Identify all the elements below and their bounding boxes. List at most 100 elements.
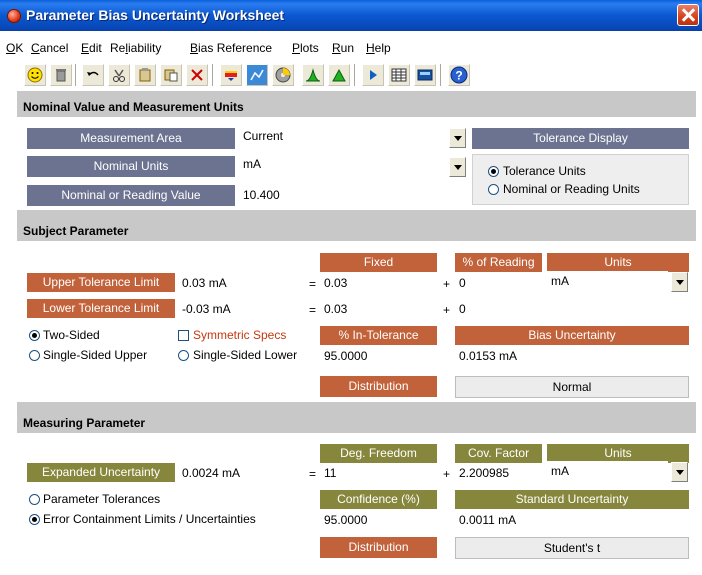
menu-ok[interactable]: OK xyxy=(6,41,23,55)
error-limits-radio[interactable] xyxy=(29,514,40,525)
upper-tolerance-limit-label: Upper Tolerance Limit xyxy=(27,273,175,292)
nominal-value-input[interactable]: 10.400 xyxy=(239,185,467,205)
two-sided-option[interactable]: Two-Sided xyxy=(43,328,100,342)
subject-distribution-button[interactable]: Distribution xyxy=(320,376,437,397)
menu-bias-reference[interactable]: Bias Reference xyxy=(190,41,272,55)
menu-help[interactable]: Help xyxy=(366,41,391,55)
menu-run[interactable]: Run xyxy=(332,41,354,55)
tolerance-units-radio[interactable] xyxy=(488,166,499,177)
subject-section-title: Subject Parameter xyxy=(17,220,696,241)
upper-percent-input[interactable]: 0 xyxy=(455,273,542,293)
confidence-input[interactable]: 95.0000 xyxy=(320,510,437,530)
upper-tolerance-value[interactable]: 0.03 mA xyxy=(178,273,300,293)
window-title: Parameter Bias Uncertainty Worksheet xyxy=(26,7,285,23)
single-sided-upper-option[interactable]: Single-Sided Upper xyxy=(43,348,147,362)
subject-units-dropdown-icon[interactable] xyxy=(671,272,688,292)
calc-icon[interactable] xyxy=(414,64,436,86)
bias-uncertainty-value: 0.0153 mA xyxy=(455,346,689,366)
measuring-distribution-button[interactable]: Distribution xyxy=(320,537,437,558)
tolerance-display-label: Tolerance Display xyxy=(472,128,689,149)
right-margin xyxy=(696,93,702,575)
upper-fixed-input[interactable]: 0.03 xyxy=(320,273,437,293)
nominal-units-label: Nominal Units xyxy=(27,156,235,177)
confidence-label: Confidence (%) xyxy=(320,490,437,509)
tolerance-units-option[interactable]: Tolerance Units xyxy=(503,164,586,178)
toolbar-separator xyxy=(75,64,77,86)
paste-icon[interactable] xyxy=(134,64,156,86)
app-icon xyxy=(7,9,21,23)
measuring-section-title: Measuring Parameter xyxy=(17,412,696,433)
section-divider xyxy=(17,210,696,220)
standard-uncertainty-label: Standard Uncertainty xyxy=(455,490,689,509)
menu-edit[interactable]: Edit xyxy=(81,41,102,55)
smiley-icon[interactable] xyxy=(24,64,46,86)
menu-cancel[interactable]: Cancel xyxy=(31,41,68,55)
toolbar-separator xyxy=(440,64,442,86)
single-sided-lower-radio[interactable] xyxy=(178,350,189,361)
plus-sign: + xyxy=(443,277,451,291)
toolbar-separator xyxy=(212,64,214,86)
single-sided-lower-option[interactable]: Single-Sided Lower xyxy=(193,348,297,362)
measuring-units-dropdown-icon[interactable] xyxy=(671,462,688,482)
nominal-units-combo[interactable]: mA xyxy=(239,154,447,174)
copy-icon[interactable] xyxy=(108,64,130,86)
tolerance-display-group xyxy=(472,154,689,205)
in-tolerance-label: % In-Tolerance xyxy=(320,326,437,345)
lower-tolerance-value[interactable]: -0.03 mA xyxy=(178,299,300,319)
toolbar xyxy=(0,59,702,93)
chart-icon[interactable] xyxy=(246,64,268,86)
measuring-units-combo[interactable]: mA xyxy=(547,461,668,481)
green-triangle-icon[interactable] xyxy=(328,64,350,86)
disk-icon[interactable] xyxy=(272,64,294,86)
nominal-units-dropdown-icon[interactable] xyxy=(449,157,466,177)
paste-special-icon[interactable] xyxy=(160,64,182,86)
play-icon[interactable] xyxy=(362,64,384,86)
close-button[interactable] xyxy=(677,4,699,26)
nominal-reading-units-option[interactable]: Nominal or Reading Units xyxy=(503,182,640,196)
nominal-value-label: Nominal or Reading Value xyxy=(27,185,235,206)
nominal-units-radio[interactable] xyxy=(488,184,499,195)
trash-icon[interactable] xyxy=(50,64,72,86)
deg-freedom-input[interactable]: 11 xyxy=(320,463,437,483)
standard-uncertainty-value: 0.0011 mA xyxy=(455,510,689,530)
delete-icon[interactable] xyxy=(186,64,208,86)
error-limits-option[interactable]: Error Containment Limits / Uncertainties xyxy=(43,512,256,526)
symmetric-specs-checkbox[interactable] xyxy=(178,330,189,341)
pen-icon[interactable] xyxy=(220,64,242,86)
measuring-distribution-value: Student's t xyxy=(455,537,689,559)
equals-sign: = xyxy=(309,303,317,317)
expanded-uncertainty-label: Expanded Uncertainty xyxy=(27,463,175,482)
toolbar-separator xyxy=(354,64,356,86)
parameter-tolerances-radio[interactable] xyxy=(29,494,40,505)
equals-sign: = xyxy=(309,467,317,481)
subject-distribution-value: Normal xyxy=(455,376,689,398)
parameter-tolerances-option[interactable]: Parameter Tolerances xyxy=(43,492,160,506)
nominal-section-title: Nominal Value and Measurement Units xyxy=(17,96,696,117)
in-tolerance-input[interactable]: 95.0000 xyxy=(320,346,437,366)
green-peak-icon[interactable] xyxy=(302,64,324,86)
menu-plots[interactable]: Plots xyxy=(292,41,319,55)
symmetric-specs-option[interactable]: Symmetric Specs xyxy=(193,328,286,342)
deg-freedom-column-label: Deg. Freedom xyxy=(320,444,437,463)
single-sided-upper-radio[interactable] xyxy=(29,350,40,361)
cov-factor-input[interactable]: 2.200985 xyxy=(455,463,542,483)
left-margin xyxy=(0,93,17,575)
help-icon[interactable]: ? xyxy=(448,64,470,86)
measurement-area-dropdown-icon[interactable] xyxy=(449,128,466,148)
menu-reliability[interactable]: Reliability xyxy=(110,41,161,55)
percent-reading-column-label: % of Reading xyxy=(455,253,542,272)
expanded-uncertainty-value[interactable]: 0.0024 mA xyxy=(178,463,300,483)
two-sided-radio[interactable] xyxy=(29,330,40,341)
plus-sign: + xyxy=(443,303,451,317)
lower-percent-input[interactable]: 0 xyxy=(455,299,542,319)
measurement-area-combo[interactable]: Current xyxy=(239,126,447,146)
plus-sign: + xyxy=(443,467,451,481)
undo-icon[interactable] xyxy=(82,64,104,86)
lower-fixed-input[interactable]: 0.03 xyxy=(320,299,437,319)
fixed-column-label: Fixed xyxy=(320,253,437,272)
section-divider xyxy=(17,402,696,412)
measurement-area-label: Measurement Area xyxy=(27,128,235,149)
subject-units-column-label: Units xyxy=(547,253,689,272)
table-icon[interactable] xyxy=(388,64,410,86)
subject-units-combo[interactable]: mA xyxy=(547,271,668,291)
